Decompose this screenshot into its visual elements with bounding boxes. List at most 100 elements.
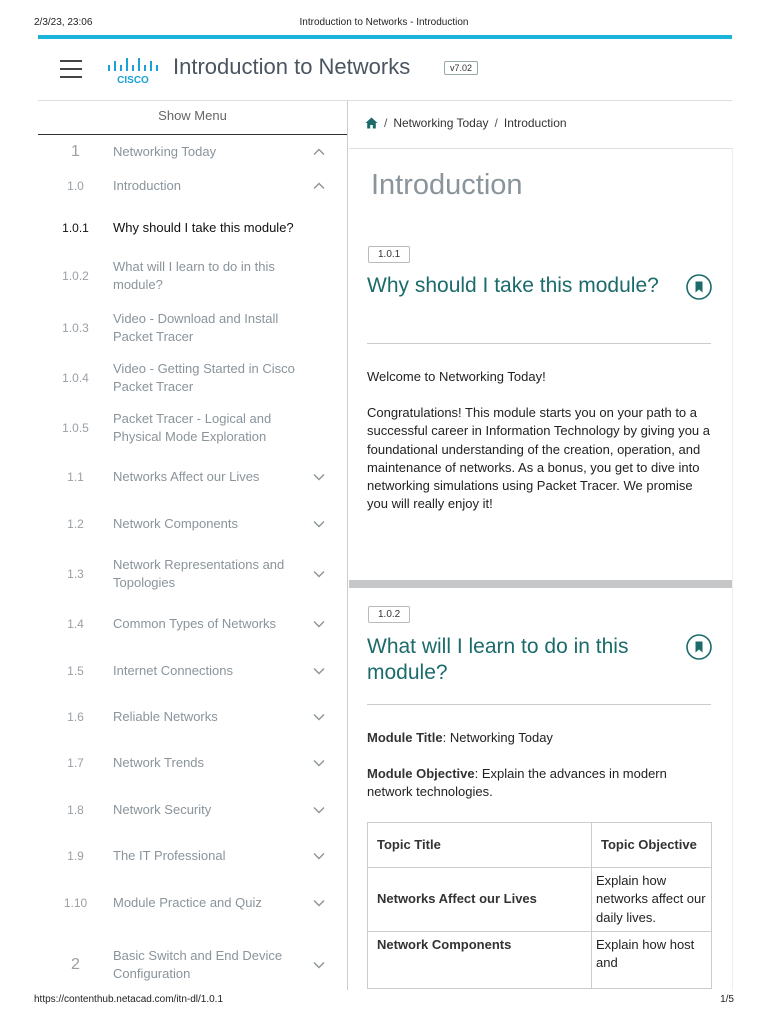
chevron-down-icon[interactable]	[313, 569, 325, 579]
chevron-down-icon[interactable]	[313, 712, 325, 722]
sidebar-item-number: 1.9	[67, 849, 84, 863]
chevron-up-icon[interactable]	[313, 147, 325, 157]
print-title: Introduction to Networks - Introduction	[299, 17, 469, 28]
sidebar-item[interactable]: 1.6 Reliable Networks	[38, 708, 347, 726]
sidebar-item[interactable]: 1.10 Module Practice and Quiz	[38, 894, 347, 912]
section-separator	[349, 580, 732, 588]
sidebar-item-label: Reliable Networks	[113, 709, 218, 724]
sidebar-item-label: Network Security	[113, 802, 212, 817]
sidebar-item[interactable]: 1.0.2 What will I learn to do in this mod…	[38, 258, 347, 294]
logo-text: CISCO	[117, 75, 149, 85]
topic-objective-cell: Explain how host and	[591, 930, 712, 989]
sidebar-item-label: Why should I take this module?	[113, 220, 294, 235]
sidebar-item-number: 1.0.2	[62, 269, 89, 283]
chevron-down-icon[interactable]	[313, 666, 325, 676]
sidebar-item-number: 1.5	[67, 664, 84, 678]
sidebar-item-label: Internet Connections	[113, 663, 233, 678]
sidebar-item-number: 1.1	[67, 470, 84, 484]
content-card: Introduction 1.0.1 Why should I take thi…	[349, 148, 733, 991]
sidebar-item-label: Network Trends	[113, 755, 205, 770]
sidebar-item-number: 1.0	[67, 179, 84, 193]
sidebar-nav: Show Menu 1 Networking Today 1.0 Introducti…	[38, 101, 347, 990]
chevron-down-icon[interactable]	[313, 758, 325, 768]
app-title: Introduction to Networks	[173, 54, 411, 79]
sidebar-item[interactable]: 1.8 Network Security	[38, 801, 347, 819]
sidebar-item-number: 1.3	[67, 567, 84, 581]
column-header-topic-title: Topic Title	[367, 822, 592, 868]
table-row: Networks Affect our Lives Explain how ne…	[367, 867, 712, 932]
welcome-text: Welcome to Networking Today!	[367, 369, 546, 384]
sidebar-item-label: Networks Affect our Lives	[113, 469, 260, 484]
breadcrumb: / Networking Today / Introduction	[365, 116, 567, 130]
chevron-down-icon[interactable]	[313, 805, 325, 815]
sidebar-item-label: Video - Getting Started in Cisco Packet …	[113, 361, 295, 394]
sidebar-item-number: 1.10	[63, 896, 88, 910]
sidebar-item[interactable]: 1.0.1 Why should I take this module?	[38, 219, 347, 237]
bookmark-icon[interactable]	[686, 634, 712, 660]
chevron-down-icon[interactable]	[313, 851, 325, 861]
cisco-logo[interactable]: CISCO	[107, 55, 159, 85]
sidebar-item-number: 1.0.5	[62, 421, 89, 435]
section-badge: 1.0.1	[368, 246, 411, 263]
topic-title-cell: Network Components	[367, 930, 592, 989]
section-title: Why should I take this module?	[367, 274, 659, 297]
sidebar-item-label: Module Practice and Quiz	[113, 895, 262, 910]
sidebar-item[interactable]: 1.4 Common Types of Networks	[38, 615, 347, 633]
sidebar-item[interactable]: 1.0.4 Video - Getting Started in Cisco Pa…	[38, 360, 347, 396]
breadcrumb-item-introduction[interactable]: Introduction	[504, 116, 567, 130]
section-badge: 1.0.2	[368, 606, 411, 623]
table-header-row: Topic Title Topic Objective	[367, 822, 712, 868]
sidebar-item[interactable]: 1.3 Network Representations and Topologie…	[38, 556, 347, 592]
chevron-up-icon[interactable]	[313, 181, 325, 191]
home-icon[interactable]	[365, 117, 378, 129]
sidebar-item-number: 1	[71, 143, 80, 160]
module-objective-label: Module Objective	[367, 766, 475, 781]
sidebar-item[interactable]: 1.5 Internet Connections	[38, 662, 347, 680]
sidebar-item-number: 1.6	[67, 710, 84, 724]
module-title-label: Module Title	[367, 730, 443, 745]
sidebar-item-number: 1.0.3	[62, 321, 89, 335]
chevron-down-icon[interactable]	[313, 898, 325, 908]
show-menu-button[interactable]: Show Menu	[38, 101, 347, 135]
sidebar-item-label: Networking Today	[113, 144, 217, 159]
module-objective-line: Module Objective: Explain the advances i…	[367, 765, 712, 802]
sidebar-item[interactable]: 1.7 Network Trends	[38, 754, 347, 772]
sidebar-item-label: What will I learn to do in this module?	[113, 259, 275, 292]
sidebar-item[interactable]: 1.0.3 Video - Download and Install Packet…	[38, 310, 347, 346]
sidebar-item-label: Video - Download and Install Packet Trac…	[113, 311, 279, 344]
hamburger-menu-icon[interactable]	[60, 60, 82, 78]
page-title: Introduction	[371, 169, 523, 201]
accent-bar	[38, 35, 732, 39]
sidebar-item[interactable]: 1.1 Networks Affect our Lives	[38, 468, 347, 486]
table-row: Network Components Explain how host and	[367, 930, 712, 989]
topics-table: Topic Title Topic Objective Networks Aff…	[367, 822, 712, 989]
print-page-number: 1/5	[720, 994, 734, 1005]
sidebar-divider	[347, 101, 348, 990]
topic-title-cell: Networks Affect our Lives	[367, 867, 592, 932]
sidebar-item[interactable]: 2 Basic Switch and End Device Configurati…	[38, 947, 347, 983]
chevron-down-icon[interactable]	[313, 472, 325, 482]
sidebar-item-label: Network Components	[113, 516, 238, 531]
section-title: What will I learn to do in this module?	[367, 635, 629, 684]
sidebar-item[interactable]: 1.2 Network Components	[38, 515, 347, 533]
section-divider	[367, 343, 711, 344]
sidebar-item-number: 2	[71, 956, 80, 973]
section-body: Congratulations! This module starts you …	[367, 405, 711, 512]
chevron-down-icon[interactable]	[313, 960, 325, 970]
sidebar-item-number: 1.0.1	[62, 221, 89, 235]
chevron-down-icon[interactable]	[313, 619, 325, 629]
sidebar-item[interactable]: 1.0 Introduction	[38, 177, 347, 195]
sidebar-item-number: 1.0.4	[62, 371, 89, 385]
sidebar-item-label: Packet Tracer - Logical and Physical Mod…	[113, 411, 272, 444]
version-badge: v7.02	[444, 61, 479, 75]
breadcrumb-item-networking-today[interactable]: Networking Today	[393, 116, 488, 130]
module-title-line: Module Title: Networking Today	[367, 729, 712, 747]
section-divider	[367, 704, 711, 705]
sidebar-item-label: The IT Professional	[113, 848, 226, 863]
sidebar-item[interactable]: 1 Networking Today	[38, 143, 347, 161]
sidebar-item-number: 1.4	[67, 617, 84, 631]
bookmark-icon[interactable]	[686, 274, 712, 300]
sidebar-item[interactable]: 1.9 The IT Professional	[38, 847, 347, 865]
chevron-down-icon[interactable]	[313, 519, 325, 529]
sidebar-item[interactable]: 1.0.5 Packet Tracer - Logical and Physica…	[38, 410, 347, 446]
